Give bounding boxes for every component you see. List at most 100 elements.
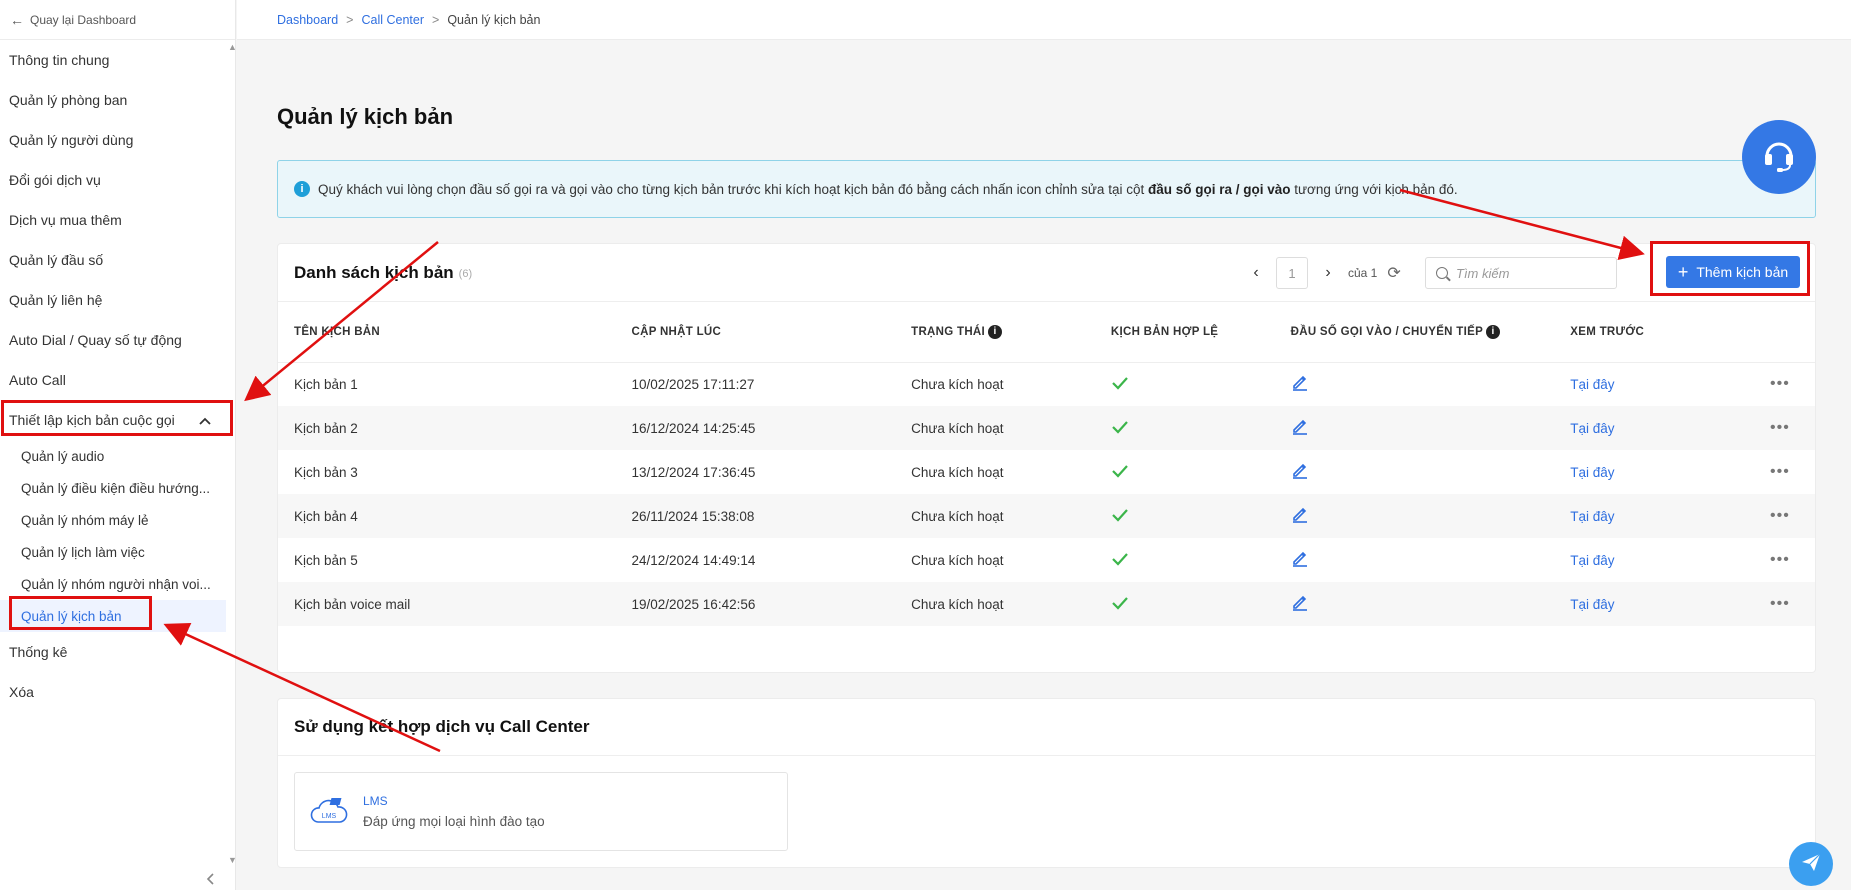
edit-icon[interactable] <box>1291 375 1309 395</box>
more-options-icon[interactable]: ••• <box>1770 595 1790 612</box>
preview-cell: Tại đây <box>1554 362 1754 406</box>
scenario-name: Kịch bản 4 <box>278 494 616 538</box>
edit-icon[interactable] <box>1291 551 1309 571</box>
support-chat-button[interactable] <box>1742 120 1816 194</box>
scenario-list-card: Danh sách kịch bản (6) ‹ 1 › của 1 ⟳ + T… <box>277 243 1816 673</box>
notice-text: Quý khách vui lòng chọn đầu số gọi ra và… <box>318 182 1458 197</box>
col-header-valid: KỊCH BẢN HỢP LỆ <box>1094 302 1275 363</box>
actions-cell: ••• <box>1754 406 1815 450</box>
preview-cell: Tại đây <box>1554 538 1754 582</box>
scenario-updated: 26/11/2024 15:38:08 <box>615 494 896 538</box>
sidebar-item-auto-dial[interactable]: Auto Dial / Quay số tự động <box>0 320 235 360</box>
sidebar-item-addons[interactable]: Dịch vụ mua thêm <box>0 200 235 240</box>
info-icon: i <box>294 181 310 197</box>
preview-link[interactable]: Tại đây <box>1570 553 1614 568</box>
preview-link[interactable]: Tại đây <box>1570 509 1614 524</box>
back-label: Quay lại Dashboard <box>30 12 137 27</box>
info-icon[interactable]: i <box>1486 324 1501 339</box>
breadcrumb-separator: > <box>432 12 440 27</box>
preview-link[interactable]: Tại đây <box>1570 421 1614 436</box>
col-header-numbers: ĐẦU SỐ GỌI VÀO / CHUYỂN TIẾP i <box>1274 302 1555 363</box>
service-description: Đáp ứng mọi loại hình đào tạo <box>363 814 545 829</box>
notice-suffix: tương ứng với kịch bản đó. <box>1290 181 1458 197</box>
scenario-name: Kịch bản 5 <box>294 552 358 568</box>
edit-icon[interactable] <box>1291 463 1309 483</box>
lms-icon-text: LMS <box>322 813 337 820</box>
send-message-button[interactable] <box>1789 842 1833 886</box>
sidebar-item-statistics[interactable]: Thống kê <box>0 632 235 672</box>
more-options-icon[interactable]: ••• <box>1770 463 1790 480</box>
search-box <box>1425 257 1617 289</box>
search-input[interactable] <box>1456 265 1606 281</box>
sidebar-item-delete[interactable]: Xóa <box>0 672 235 712</box>
preview-link[interactable]: Tại đây <box>1570 465 1614 480</box>
breadcrumb-dashboard[interactable]: Dashboard <box>277 13 338 27</box>
edit-icon[interactable] <box>1291 595 1309 615</box>
scenario-status: Chưa kích hoạt <box>895 582 1095 626</box>
edit-icon[interactable] <box>1291 507 1309 527</box>
sidebar-item-users[interactable]: Quản lý người dùng <box>0 120 235 160</box>
scenario-name: Kịch bản 3 <box>294 464 358 480</box>
scenario-status: Chưa kích hoạt <box>911 464 1004 480</box>
col-header-status-label: TRẠNG THÁI <box>911 325 986 338</box>
scenario-updated: 24/12/2024 14:49:14 <box>631 552 756 568</box>
numbers-cell <box>1274 494 1555 538</box>
preview-link[interactable]: Tại đây <box>1570 597 1614 612</box>
paper-plane-icon <box>1800 851 1822 878</box>
back-to-dashboard-link[interactable]: ← Quay lại Dashboard <box>0 0 235 40</box>
breadcrumb: Dashboard > Call Center > Quản lý kịch b… <box>237 0 1851 40</box>
refresh-icon[interactable]: ⟳ <box>1387 263 1400 283</box>
sidebar-item-departments[interactable]: Quản lý phòng ban <box>0 80 235 120</box>
scenario-name: Kịch bản voice mail <box>278 582 616 626</box>
next-page-icon[interactable]: › <box>1318 264 1338 282</box>
scenario-table: TÊN KỊCH BẢN CẬP NHẬT LÚC TRẠNG THÁI i KỊ… <box>278 302 1815 626</box>
prev-page-icon[interactable]: ‹ <box>1246 264 1266 282</box>
sidebar-subitem-audio[interactable]: Quản lý audio <box>0 440 226 472</box>
combo-services-card: Sử dụng kết hợp dịch vụ Call Center LMS … <box>277 698 1816 868</box>
table-row: Kịch bản 5 24/12/2024 14:49:14 Chưa kích h… <box>278 538 1815 582</box>
service-info: LMS Đáp ứng mọi loại hình đào tạo <box>363 794 545 829</box>
arrow-left-icon: ← <box>10 11 24 28</box>
scroll-down-icon[interactable]: ▼ <box>228 855 237 865</box>
scenario-updated: 19/02/2025 16:42:56 <box>615 582 896 626</box>
scroll-up-icon[interactable]: ▲ <box>228 42 237 52</box>
more-options-icon[interactable]: ••• <box>1770 551 1790 568</box>
notice-bold: đầu số gọi ra / gọi vào <box>1147 181 1291 197</box>
sidebar-item-change-plan[interactable]: Đổi gói dịch vụ <box>0 160 235 200</box>
sidebar-item-general[interactable]: Thông tin chung <box>0 40 235 80</box>
scenario-status: Chưa kích hoạt <box>911 376 1004 392</box>
scenario-updated: 16/12/2024 14:25:45 <box>615 406 896 450</box>
valid-cell <box>1095 538 1275 582</box>
more-options-icon[interactable]: ••• <box>1770 507 1790 524</box>
sidebar-subitem-extension-groups[interactable]: Quản lý nhóm máy lẻ <box>0 504 226 536</box>
actions-cell: ••• <box>1754 362 1815 406</box>
edit-icon[interactable] <box>1291 419 1309 439</box>
col-header-name: TÊN KỊCH BẢN <box>278 302 616 363</box>
sidebar-item-contacts[interactable]: Quản lý liên hệ <box>0 280 235 320</box>
scenario-name: Kịch bản 2 <box>278 406 616 450</box>
preview-link[interactable]: Tại đây <box>1570 377 1614 392</box>
valid-cell <box>1094 582 1275 626</box>
valid-cell <box>1095 362 1275 406</box>
collapse-sidebar-icon[interactable] <box>206 872 214 888</box>
sidebar-item-numbers[interactable]: Quản lý đầu số <box>0 240 235 280</box>
page-number-input[interactable]: 1 <box>1276 257 1308 289</box>
service-card-lms[interactable]: LMS LMS Đáp ứng mọi loại hình đào tạo <box>294 772 788 851</box>
preview-cell: Tại đây <box>1554 450 1754 494</box>
sidebar-subitem-routing-conditions[interactable]: Quản lý điều kiện điều hướng... <box>0 472 226 504</box>
check-icon <box>1111 418 1129 438</box>
scenario-count: (6) <box>458 267 473 280</box>
sidebar-item-auto-call[interactable]: Auto Call <box>0 360 235 400</box>
annotation-highlight-active-item <box>9 596 152 630</box>
sidebar-subitem-work-schedule[interactable]: Quản lý lịch làm việc <box>0 536 226 568</box>
valid-cell <box>1095 450 1275 494</box>
preview-cell: Tại đây <box>1554 582 1754 626</box>
more-options-icon[interactable]: ••• <box>1770 375 1790 392</box>
breadcrumb-call-center[interactable]: Call Center <box>361 13 424 27</box>
more-options-icon[interactable]: ••• <box>1770 419 1790 436</box>
table-row: Kịch bản 4 26/11/2024 15:38:08 Chưa kích h… <box>278 494 1815 538</box>
info-icon[interactable]: i <box>988 324 1003 339</box>
check-icon <box>1111 594 1129 614</box>
pagination: ‹ 1 › của 1 ⟳ <box>1246 257 1401 289</box>
preview-cell: Tại đây <box>1554 494 1754 538</box>
